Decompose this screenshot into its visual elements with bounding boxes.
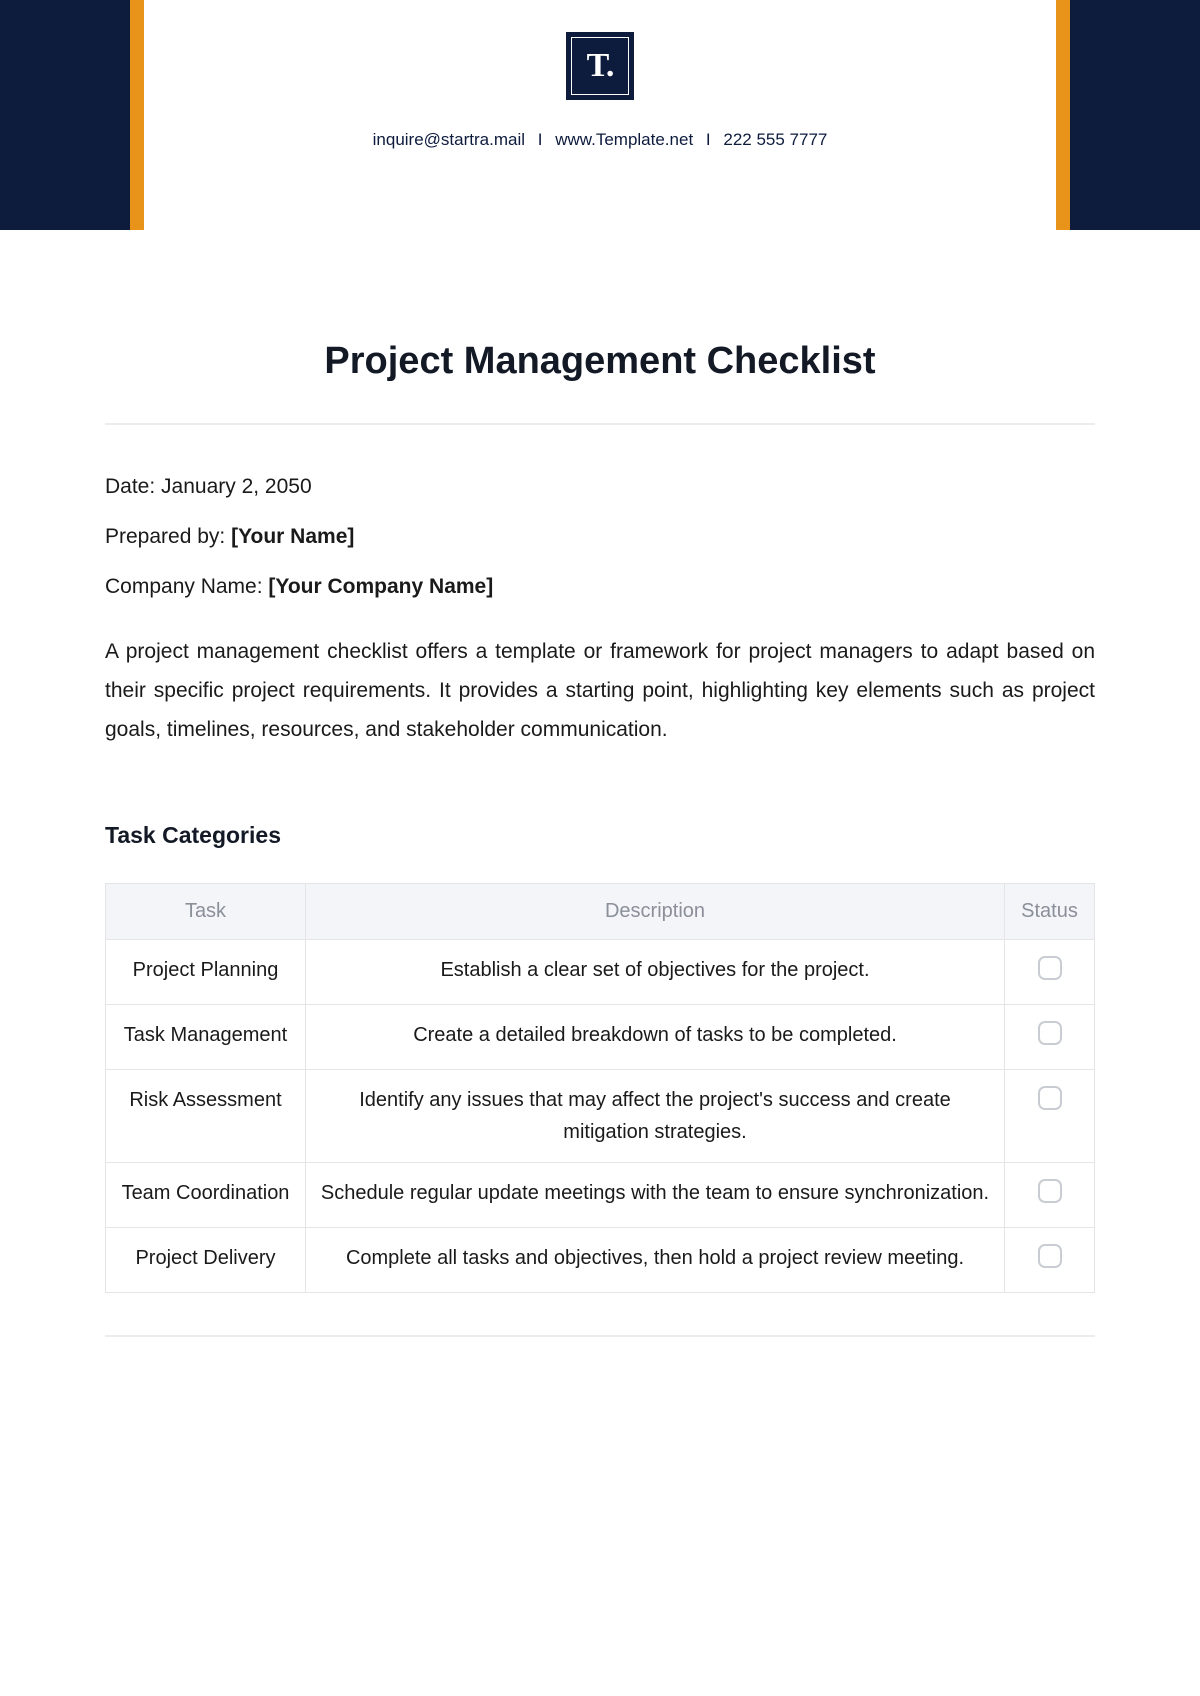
meta-prepared-label: Prepared by: xyxy=(105,525,231,548)
separator: I xyxy=(706,130,711,149)
intro-paragraph: A project management checklist offers a … xyxy=(105,633,1095,750)
meta-date-label: Date: xyxy=(105,475,161,498)
meta-date-value: January 2, 2050 xyxy=(161,475,312,498)
cell-description: Create a detailed breakdown of tasks to … xyxy=(306,1004,1005,1069)
header-band: T. inquire@startra.mail I www.Template.n… xyxy=(0,0,1200,230)
checkbox[interactable] xyxy=(1038,1086,1062,1110)
meta-company-value: [Your Company Name] xyxy=(268,575,493,598)
logo: T. xyxy=(566,32,634,100)
meta-company-label: Company Name: xyxy=(105,575,268,598)
cell-description: Establish a clear set of objectives for … xyxy=(306,939,1005,1004)
cell-task: Task Management xyxy=(106,1004,306,1069)
th-status: Status xyxy=(1005,883,1095,939)
content-area: Project Management Checklist Date: Janua… xyxy=(0,230,1200,1337)
table-row: Risk Assessment Identify any issues that… xyxy=(106,1069,1095,1162)
th-task: Task xyxy=(106,883,306,939)
table-row: Team Coordination Schedule regular updat… xyxy=(106,1162,1095,1227)
table-row: Project Delivery Complete all tasks and … xyxy=(106,1227,1095,1292)
contact-website: www.Template.net xyxy=(555,130,693,149)
cell-status xyxy=(1005,939,1095,1004)
header-navy-left xyxy=(0,0,130,230)
contact-line: inquire@startra.mail I www.Template.net … xyxy=(373,130,828,150)
th-description: Description xyxy=(306,883,1005,939)
divider xyxy=(105,423,1095,425)
table-row: Project Planning Establish a clear set o… xyxy=(106,939,1095,1004)
cell-task: Project Delivery xyxy=(106,1227,306,1292)
tasks-table: Task Description Status Project Planning… xyxy=(105,883,1095,1293)
header-orange-left xyxy=(130,0,144,230)
meta-company: Company Name: [Your Company Name] xyxy=(105,575,1095,599)
cell-task: Team Coordination xyxy=(106,1162,306,1227)
section-heading: Task Categories xyxy=(105,822,1095,849)
table-header-row: Task Description Status xyxy=(106,883,1095,939)
cell-task: Project Planning xyxy=(106,939,306,1004)
meta-date: Date: January 2, 2050 xyxy=(105,475,1095,499)
meta-prepared-value: [Your Name] xyxy=(231,525,354,548)
header-orange-right xyxy=(1056,0,1070,230)
header-navy-right xyxy=(1070,0,1200,230)
divider-bottom xyxy=(105,1335,1095,1337)
cell-description: Complete all tasks and objectives, then … xyxy=(306,1227,1005,1292)
checkbox[interactable] xyxy=(1038,956,1062,980)
cell-description: Identify any issues that may affect the … xyxy=(306,1069,1005,1162)
cell-task: Risk Assessment xyxy=(106,1069,306,1162)
logo-text: T. xyxy=(571,37,629,95)
cell-status xyxy=(1005,1004,1095,1069)
cell-description: Schedule regular update meetings with th… xyxy=(306,1162,1005,1227)
checkbox[interactable] xyxy=(1038,1179,1062,1203)
checkbox[interactable] xyxy=(1038,1021,1062,1045)
checkbox[interactable] xyxy=(1038,1244,1062,1268)
cell-status xyxy=(1005,1162,1095,1227)
contact-email: inquire@startra.mail xyxy=(373,130,525,149)
page-title: Project Management Checklist xyxy=(105,340,1095,383)
separator: I xyxy=(538,130,543,149)
table-row: Task Management Create a detailed breakd… xyxy=(106,1004,1095,1069)
meta-prepared: Prepared by: [Your Name] xyxy=(105,525,1095,549)
cell-status xyxy=(1005,1069,1095,1162)
cell-status xyxy=(1005,1227,1095,1292)
contact-phone: 222 555 7777 xyxy=(723,130,827,149)
